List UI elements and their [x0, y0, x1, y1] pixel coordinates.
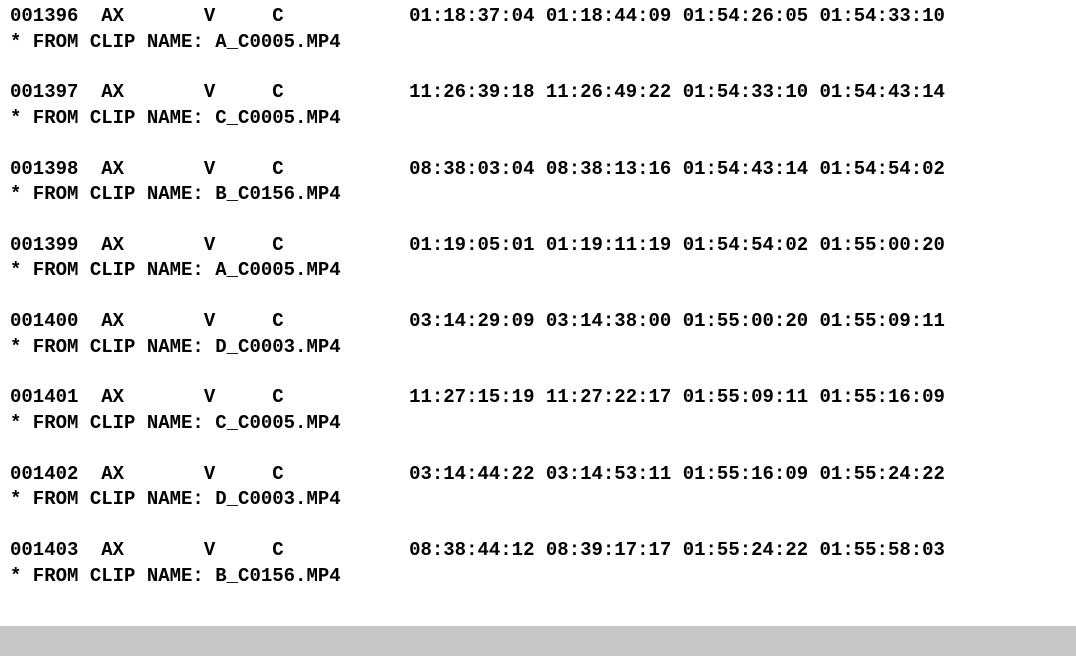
edl-event-line: 001397 AX V C 11:26:39:18 11:26:49:22 01…	[10, 80, 1066, 106]
edl-clip-line: * FROM CLIP NAME: B_C0156.MP4	[10, 564, 1066, 590]
edl-clip-line: * FROM CLIP NAME: B_C0156.MP4	[10, 182, 1066, 208]
edl-clip-line: * FROM CLIP NAME: A_C0005.MP4	[10, 258, 1066, 284]
edl-entry: 001401 AX V C 11:27:15:19 11:27:22:17 01…	[10, 385, 1066, 436]
edl-event-line: 001402 AX V C 03:14:44:22 03:14:53:11 01…	[10, 462, 1066, 488]
edl-entry: 001399 AX V C 01:19:05:01 01:19:11:19 01…	[10, 233, 1066, 284]
edl-entry: 001400 AX V C 03:14:29:09 03:14:38:00 01…	[10, 309, 1066, 360]
edl-clip-line: * FROM CLIP NAME: D_C0003.MP4	[10, 487, 1066, 513]
edl-entry: 001396 AX V C 01:18:37:04 01:18:44:09 01…	[10, 4, 1066, 55]
edl-clip-line: * FROM CLIP NAME: D_C0003.MP4	[10, 335, 1066, 361]
edl-entry: 001403 AX V C 08:38:44:12 08:39:17:17 01…	[10, 538, 1066, 589]
edl-clip-line: * FROM CLIP NAME: C_C0005.MP4	[10, 106, 1066, 132]
edl-clip-line: * FROM CLIP NAME: C_C0005.MP4	[10, 411, 1066, 437]
edl-clip-line: * FROM CLIP NAME: A_C0005.MP4	[10, 30, 1066, 56]
edl-event-line: 001403 AX V C 08:38:44:12 08:39:17:17 01…	[10, 538, 1066, 564]
edl-event-line: 001401 AX V C 11:27:15:19 11:27:22:17 01…	[10, 385, 1066, 411]
edl-event-line: 001398 AX V C 08:38:03:04 08:38:13:16 01…	[10, 157, 1066, 183]
edl-entry: 001398 AX V C 08:38:03:04 08:38:13:16 01…	[10, 157, 1066, 208]
edl-entry: 001397 AX V C 11:26:39:18 11:26:49:22 01…	[10, 80, 1066, 131]
edl-entry: 001402 AX V C 03:14:44:22 03:14:53:11 01…	[10, 462, 1066, 513]
edl-text-block: 001396 AX V C 01:18:37:04 01:18:44:09 01…	[0, 0, 1076, 589]
footer-strip	[0, 626, 1076, 656]
edl-event-line: 001399 AX V C 01:19:05:01 01:19:11:19 01…	[10, 233, 1066, 259]
edl-event-line: 001400 AX V C 03:14:29:09 03:14:38:00 01…	[10, 309, 1066, 335]
edl-event-line: 001396 AX V C 01:18:37:04 01:18:44:09 01…	[10, 4, 1066, 30]
